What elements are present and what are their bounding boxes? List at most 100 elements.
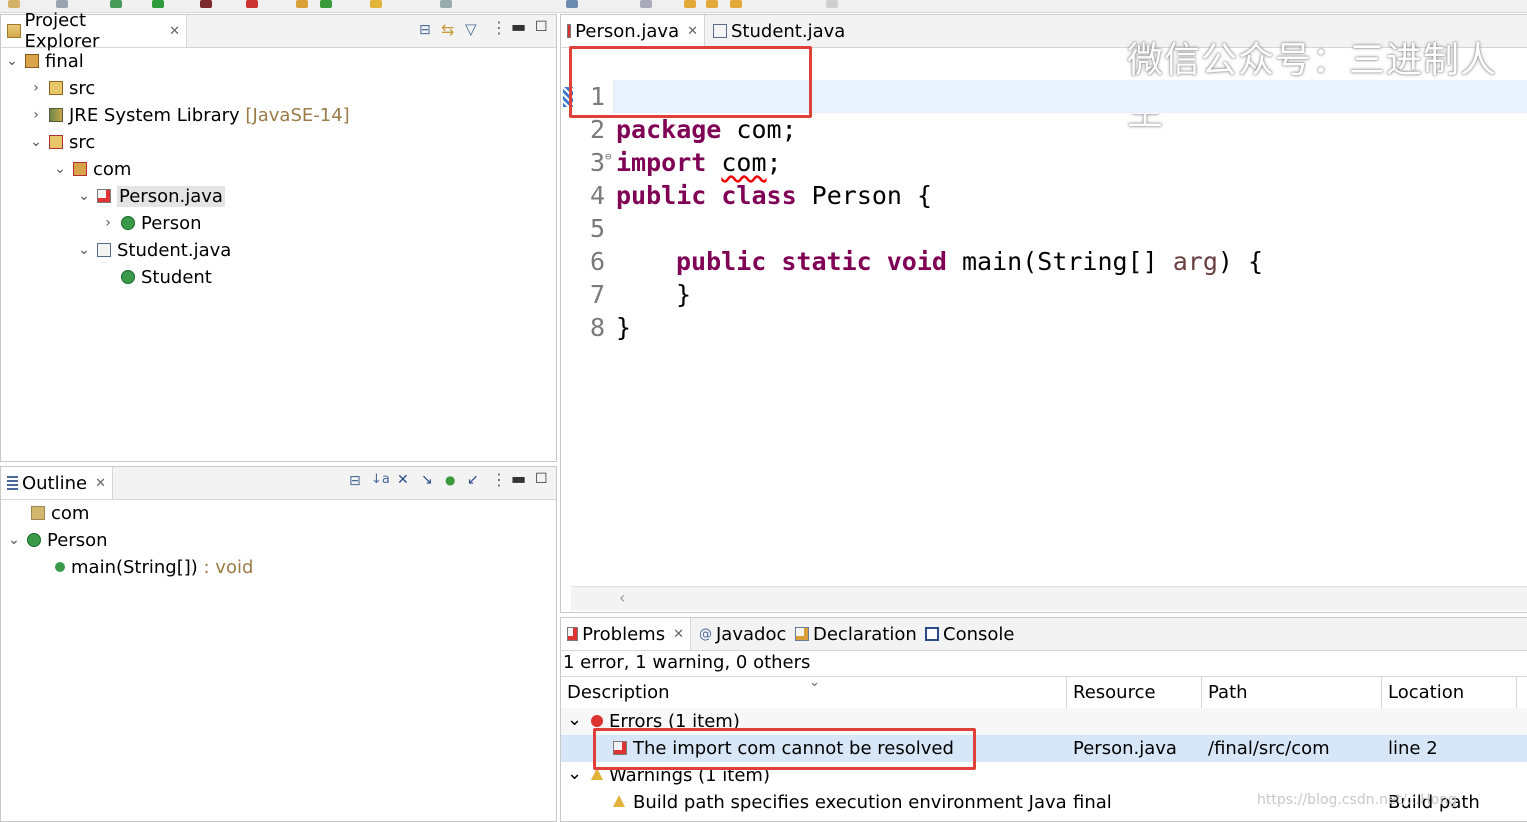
source-folder-error-icon (49, 135, 63, 149)
problems-icon (567, 627, 579, 641)
column-label: Description (567, 682, 670, 703)
horizontal-scrollbar[interactable]: ‹ (571, 586, 1527, 611)
chevron-down-icon[interactable]: ⌄ (53, 161, 67, 177)
tree-label: Student.java (117, 239, 232, 261)
forward-icon[interactable] (706, 0, 718, 8)
tab-student-java[interactable]: Student.java (709, 15, 849, 47)
return-type: : void (197, 556, 254, 578)
tree-item-student-java[interactable]: ⌄ Student.java (77, 237, 231, 263)
blog-watermark: https://blog.csdn.net/...Hong (1257, 792, 1457, 808)
declaration-icon (795, 627, 809, 641)
tab-label: Person.java (575, 20, 680, 42)
code-line-7: 7 } (561, 245, 1527, 342)
close-icon[interactable]: ✕ (169, 24, 180, 39)
external-tools-icon[interactable] (246, 0, 258, 8)
tree-item-src-2[interactable]: ⌄ src (29, 129, 95, 155)
code-line-6: 6 } (561, 212, 1527, 309)
public-method-icon (55, 562, 65, 572)
outline-item-person[interactable]: ⌄ Person (7, 527, 107, 553)
tree-item-person-class[interactable]: › Person (101, 210, 202, 236)
close-icon[interactable]: ✕ (673, 627, 684, 642)
java-file-icon (97, 243, 111, 257)
chevron-down-icon[interactable]: ⌄ (5, 53, 19, 69)
minimize-icon[interactable]: ▬ (511, 17, 526, 36)
project-explorer-panel: Project Explorer ✕ ⊟ ⇆ ▽ ⋮ ▬ ☐ ⌄ final ›… (0, 10, 557, 462)
new-class-icon[interactable] (320, 0, 332, 8)
tree-label: Person (141, 212, 202, 234)
chevron-down-icon[interactable]: ⌄ (567, 763, 582, 784)
tab-project-explorer[interactable]: Project Explorer ✕ (1, 10, 187, 52)
maximize-icon[interactable] (826, 0, 838, 8)
tab-person-java[interactable]: Person.java ✕ (561, 15, 705, 47)
tree-item-src-1[interactable]: › src (29, 75, 95, 101)
filter-icon[interactable]: ▽ (465, 20, 477, 38)
problems-panel: Problems ✕ @ Javadoc Declaration Console… (560, 617, 1527, 822)
view-menu-icon[interactable]: ⋮ (491, 470, 507, 489)
scroll-left-icon[interactable]: ‹ (619, 588, 625, 607)
column-label: Location (1388, 682, 1465, 703)
tab-problems[interactable]: Problems ✕ (561, 618, 691, 650)
pin-icon[interactable] (640, 0, 652, 8)
save-icon[interactable] (56, 0, 68, 8)
column-resource[interactable]: Resource (1067, 677, 1202, 709)
java-file-icon (713, 24, 727, 38)
stop-icon[interactable] (200, 0, 212, 8)
collapse-all-icon[interactable]: ⊟ (349, 473, 361, 489)
outline-icon (7, 476, 18, 490)
chevron-right-icon[interactable]: › (101, 215, 115, 231)
back-icon[interactable] (684, 0, 696, 8)
close-icon[interactable]: ✕ (95, 476, 106, 491)
search-icon[interactable] (440, 0, 452, 8)
column-label: Path (1208, 682, 1248, 703)
chevron-down-icon[interactable]: ⌄ (77, 242, 91, 258)
tab-label: Javadoc (716, 623, 787, 645)
minimize-icon[interactable]: ▬ (511, 469, 526, 488)
hide-local-types-icon[interactable]: ↙ (467, 472, 479, 488)
collapse-all-icon[interactable]: ⊟ (419, 22, 431, 38)
tree-label: com (93, 158, 132, 180)
tab-outline[interactable]: Outline ✕ (1, 467, 113, 499)
chevron-down-icon[interactable]: ⌄ (567, 709, 582, 730)
hide-nonpublic-icon[interactable]: ● (445, 473, 455, 487)
column-location[interactable]: Location (1382, 677, 1517, 709)
hide-static-icon[interactable]: ↘ (421, 472, 433, 488)
tree-item-final[interactable]: ⌄ final (5, 48, 84, 74)
new-package-icon[interactable] (296, 0, 308, 8)
maximize-icon[interactable]: ☐ (535, 471, 548, 487)
tab-console[interactable]: Console (921, 618, 1018, 650)
prev-edit-icon[interactable] (730, 0, 742, 8)
outline-item-main[interactable]: main(String[]) : void (55, 554, 253, 580)
tree-item-person-java[interactable]: ⌄ Person.java (77, 183, 225, 209)
outline-item-com[interactable]: com (31, 500, 89, 526)
new-icon[interactable] (8, 0, 20, 8)
view-menu-icon[interactable]: ⋮ (491, 18, 507, 37)
chevron-right-icon[interactable]: › (29, 107, 43, 123)
chevron-down-icon[interactable]: ⌄ (7, 532, 21, 548)
fold-icon[interactable]: ⊖ (605, 140, 612, 173)
link-editor-icon[interactable]: ⇆ (441, 20, 454, 39)
problem-path: /final/src/com (1208, 738, 1330, 759)
tab-declaration[interactable]: Declaration (791, 618, 921, 650)
close-icon[interactable]: ✕ (687, 24, 698, 39)
hide-fields-icon[interactable]: ✕ (397, 472, 409, 488)
chevron-right-icon[interactable]: › (29, 80, 43, 96)
column-path[interactable]: Path (1202, 677, 1382, 709)
tree-item-jre[interactable]: › JRE System Library [JavaSE-14] (29, 102, 350, 128)
chevron-down-icon[interactable]: ⌄ (77, 188, 91, 204)
run-icon[interactable] (152, 0, 164, 8)
tab-javadoc[interactable]: @ Javadoc (695, 618, 790, 650)
maximize-icon[interactable]: ☐ (535, 19, 548, 35)
project-explorer-tabbar: Project Explorer ✕ ⊟ ⇆ ▽ ⋮ ▬ ☐ (1, 10, 556, 52)
line-number: 8 (589, 313, 605, 342)
tab-label: Student.java (731, 20, 846, 42)
debug-icon[interactable] (110, 0, 122, 8)
chevron-down-icon[interactable]: ⌄ (29, 134, 43, 150)
problem-resource: Person.java (1073, 738, 1177, 759)
error-icon (591, 715, 603, 727)
zoom-icon[interactable] (566, 0, 578, 8)
tree-item-com[interactable]: ⌄ com (53, 156, 131, 182)
open-type-icon[interactable] (370, 0, 382, 8)
java-file-error-icon (97, 189, 111, 203)
tree-item-student-class[interactable]: Student (121, 264, 212, 290)
sort-icon[interactable]: ↓a (371, 472, 390, 487)
